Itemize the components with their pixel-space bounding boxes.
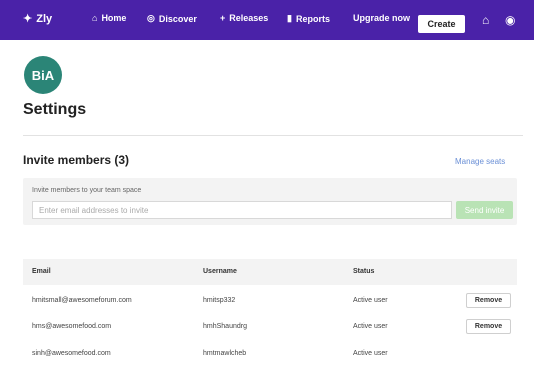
members-section-title: Invite members (3) [23, 153, 130, 167]
table-row: sinh@awesomefood.com hmtmawlcheb Active … [23, 341, 517, 367]
member-status: Active user [353, 323, 388, 330]
member-email: sinh@awesomefood.com [32, 350, 111, 357]
remove-member-button[interactable]: Remove [466, 319, 511, 334]
nav-home-label: Home [101, 13, 127, 23]
nav-discover[interactable]: ◎ Discover [147, 13, 197, 24]
upgrade-now-label: Upgrade now [353, 13, 411, 23]
page-title: Settings [23, 101, 87, 118]
organization-initials: BiA [31, 67, 55, 83]
manage-seats-link[interactable]: Manage seats [455, 157, 505, 166]
brand-logo[interactable]: ✦ Zly [23, 12, 53, 26]
member-status: Active user [353, 297, 388, 304]
nav-discover-label: Discover [158, 13, 197, 24]
nav-releases-label: Releases [229, 13, 269, 23]
organization-avatar: BiA [24, 56, 62, 94]
member-username: hmtmawlcheb [203, 350, 247, 357]
remove-member-button[interactable]: Remove [466, 293, 511, 308]
table-row: hms@awesomefood.com hmhShaundrg Active u… [23, 314, 517, 340]
member-username: hmitsp332 [203, 297, 236, 304]
compass-icon: ◎ [147, 13, 155, 23]
chart-icon: ▮ [287, 13, 292, 23]
members-table-header: Email Username Status [23, 259, 517, 285]
nav-reports-label: Reports [295, 13, 330, 24]
invite-panel: Invite members to your team space Send i… [23, 178, 517, 225]
brand-name: Zly [36, 12, 53, 25]
plus-icon: + [220, 13, 226, 23]
member-username: hmhShaundrg [203, 323, 247, 330]
column-header-status: Status [353, 268, 375, 275]
create-button[interactable]: Create [418, 15, 465, 33]
create-button-label: Create [427, 19, 456, 29]
nav-home[interactable]: ⌂ Home [92, 13, 126, 23]
invite-email-input[interactable] [32, 201, 452, 219]
member-email: hms@awesomefood.com [32, 323, 112, 330]
member-status: Active user [353, 350, 388, 357]
nav-releases[interactable]: + Releases [220, 13, 268, 23]
invite-label: Invite members to your team space [32, 187, 142, 194]
account-icon[interactable]: ◉ [505, 13, 515, 27]
nav-reports[interactable]: ▮ Reports [287, 13, 330, 24]
top-navigation-bar: ✦ Zly ⌂ Home ◎ Discover + Releases ▮ Rep… [0, 0, 534, 40]
notifications-icon[interactable]: ⌂ [482, 13, 489, 27]
column-header-username: Username [203, 268, 237, 275]
home-icon: ⌂ [92, 13, 98, 23]
member-email: hmitsmall@awesomeforum.com [32, 297, 132, 304]
column-header-email: Email [32, 268, 51, 275]
brand-mark-icon: ✦ [23, 13, 33, 25]
table-row: hmitsmall@awesomeforum.com hmitsp332 Act… [23, 288, 517, 314]
upgrade-now-link[interactable]: Upgrade now [353, 13, 410, 23]
send-invite-button[interactable]: Send invite [456, 201, 513, 219]
section-divider [23, 135, 523, 136]
